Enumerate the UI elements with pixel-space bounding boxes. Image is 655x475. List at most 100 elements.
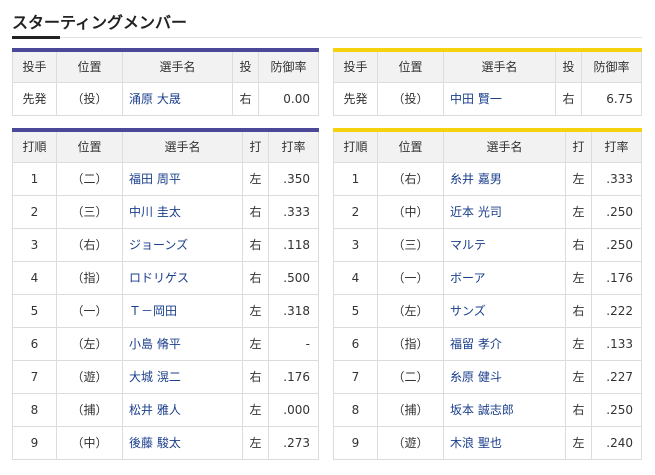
batter-position: （左） [56, 326, 123, 361]
batter-position: （指） [377, 326, 444, 361]
batter-position: （右） [56, 227, 123, 262]
batter-name-link[interactable]: 坂本 誠志郎 [443, 392, 566, 427]
batting-order: 8 [12, 392, 57, 427]
batter-name-link[interactable]: マルテ [443, 227, 566, 262]
batter-name-link[interactable]: 福留 孝介 [443, 326, 566, 361]
batter-position: （一） [56, 293, 123, 328]
batting-average: .227 [591, 359, 642, 394]
batter-name-link[interactable]: 糸井 嘉男 [443, 161, 566, 196]
header-cell: 打率 [268, 129, 319, 163]
batter-name-link[interactable]: 大城 滉二 [122, 359, 243, 394]
batter-hand: 右 [565, 293, 592, 328]
pitcher-era: 6.75 [581, 81, 642, 116]
pitcher-name-link[interactable]: 涌原 大晟 [122, 81, 233, 116]
batting-average: .176 [591, 260, 642, 295]
table-row: 3 （右） ジョーンズ右 .118 [12, 227, 319, 262]
header-cell: 投手 [12, 49, 57, 83]
batting-order: 1 [333, 161, 378, 196]
table-row: 8 （捕） 松井 雅人左 .000 [12, 392, 319, 427]
table-row: 先発 （投） 涌原 大晟 右 0.00 [12, 81, 319, 116]
home-pitcher-table: 投手 位置 選手名 投 防御率 先発 （投） 涌原 大晟 右 0.00 [12, 48, 319, 116]
batter-name-link[interactable]: 福田 周平 [122, 161, 243, 196]
table-row: 8 （捕） 坂本 誠志郎右 .250 [333, 392, 642, 427]
batter-hand: 左 [242, 326, 269, 361]
header-cell: 投手 [333, 49, 378, 83]
header-cell: 選手名 [122, 49, 233, 83]
table-row: 6 （指） 福留 孝介左 .133 [333, 326, 642, 361]
table-row: 4 （一） ボーア左 .176 [333, 260, 642, 295]
batter-position: （捕） [56, 392, 123, 427]
table-row: 9 （遊） 木浪 聖也左 .240 [333, 425, 642, 460]
batter-position: （三） [56, 194, 123, 229]
batter-position: （遊） [56, 359, 123, 394]
batting-order: 3 [12, 227, 57, 262]
batter-hand: 左 [565, 425, 592, 460]
batter-position: （三） [377, 227, 444, 262]
batter-name-link[interactable]: 後藤 駿太 [122, 425, 243, 460]
batter-hand: 右 [242, 194, 269, 229]
page-title: スターティングメンバー [12, 13, 188, 32]
batter-position: （右） [377, 161, 444, 196]
table-row: 1 （二） 福田 周平左 .350 [12, 161, 319, 196]
header-cell: 選手名 [443, 129, 566, 163]
batting-average: - [268, 326, 319, 361]
batting-order: 8 [333, 392, 378, 427]
table-header-row: 打順 位置 選手名 打 打率 [12, 129, 319, 163]
batting-order: 2 [333, 194, 378, 229]
batter-name-link[interactable]: 小島 脩平 [122, 326, 243, 361]
header-cell: 打順 [12, 129, 57, 163]
table-row: 5 （一） Ｔ－岡田左 .318 [12, 293, 319, 328]
batter-name-link[interactable]: 糸原 健斗 [443, 359, 566, 394]
batter-name-link[interactable]: 中川 圭太 [122, 194, 243, 229]
batting-average: .133 [591, 326, 642, 361]
batter-position: （捕） [377, 392, 444, 427]
table-header-row: 投手 位置 選手名 投 防御率 [12, 49, 319, 83]
away-pitcher-table: 投手 位置 選手名 投 防御率 先発 （投） 中田 賢一 右 6.75 [333, 48, 642, 116]
pitcher-position: （投） [377, 81, 444, 116]
batter-hand: 右 [242, 227, 269, 262]
batting-order: 3 [333, 227, 378, 262]
batting-order: 6 [333, 326, 378, 361]
header-cell: 打順 [333, 129, 378, 163]
pitcher-name-link[interactable]: 中田 賢一 [443, 81, 556, 116]
header-cell: 防御率 [258, 49, 319, 83]
table-row: 7 （二） 糸原 健斗左 .227 [333, 359, 642, 394]
header-cell: 位置 [377, 49, 444, 83]
header-cell: 投 [555, 49, 582, 83]
batter-name-link[interactable]: ロドリゲス [122, 260, 243, 295]
table-header-row: 投手 位置 選手名 投 防御率 [333, 49, 642, 83]
table-row: 2 （三） 中川 圭太右 .333 [12, 194, 319, 229]
home-batting-order-table: 打順 位置 選手名 打 打率 1 （二） 福田 周平左 .350 2 （三） 中川 圭太右… [12, 128, 319, 460]
batter-name-link[interactable]: ジョーンズ [122, 227, 243, 262]
header-cell: 投 [232, 49, 259, 83]
table-row: 先発 （投） 中田 賢一 右 6.75 [333, 81, 642, 116]
batter-name-link[interactable]: 松井 雅人 [122, 392, 243, 427]
batting-average: .250 [591, 227, 642, 262]
batter-position: （一） [377, 260, 444, 295]
batter-name-link[interactable]: 近本 光司 [443, 194, 566, 229]
header-cell: 打 [242, 129, 269, 163]
batter-hand: 右 [242, 260, 269, 295]
table-row: 7 （遊） 大城 滉二右 .176 [12, 359, 319, 394]
batter-position: （二） [56, 161, 123, 196]
batting-average: .273 [268, 425, 319, 460]
batting-order: 5 [333, 293, 378, 328]
batter-hand: 左 [565, 359, 592, 394]
batter-hand: 右 [242, 359, 269, 394]
table-row: 3 （三） マルテ右 .250 [333, 227, 642, 262]
batting-order: 7 [12, 359, 57, 394]
batter-name-link[interactable]: 木浪 聖也 [443, 425, 566, 460]
batter-hand: 左 [565, 260, 592, 295]
batter-hand: 左 [242, 161, 269, 196]
batter-name-link[interactable]: Ｔ－岡田 [122, 293, 243, 328]
header-cell: 選手名 [443, 49, 556, 83]
header-cell: 防御率 [581, 49, 642, 83]
batter-hand: 右 [565, 227, 592, 262]
batting-order: 7 [333, 359, 378, 394]
batter-name-link[interactable]: サンズ [443, 293, 566, 328]
header-cell: 位置 [377, 129, 444, 163]
batting-average: .250 [591, 392, 642, 427]
batter-name-link[interactable]: ボーア [443, 260, 566, 295]
batting-average: .118 [268, 227, 319, 262]
batter-position: （遊） [377, 425, 444, 460]
